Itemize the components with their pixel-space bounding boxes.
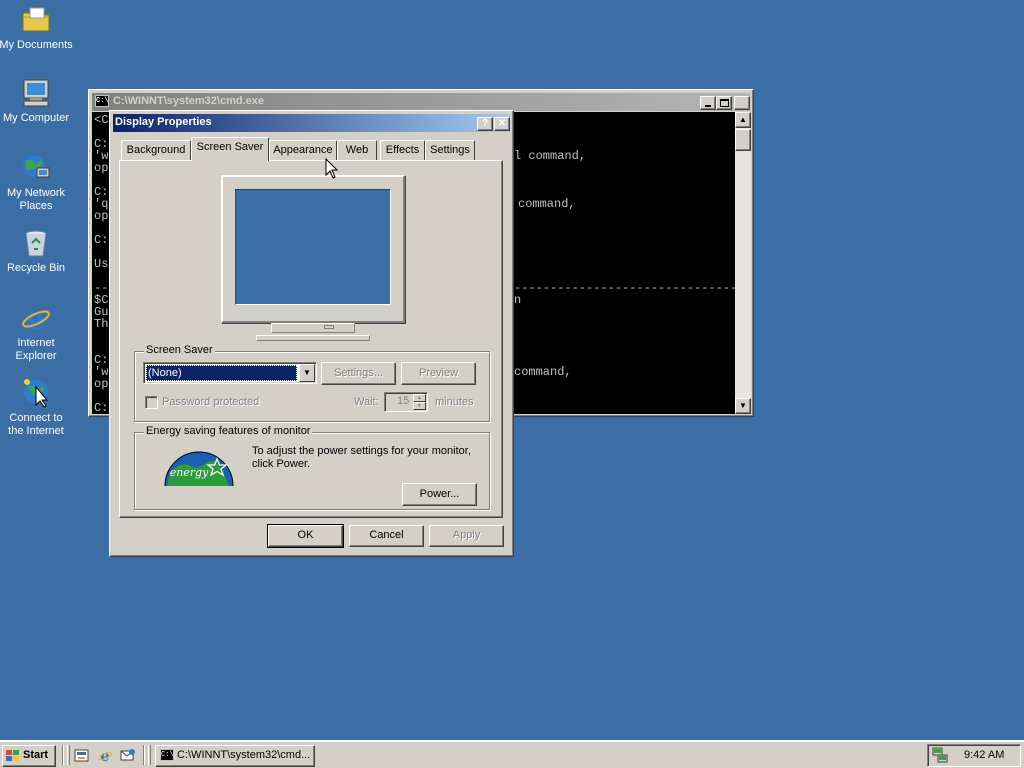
tab-settings[interactable]: Settings	[425, 140, 475, 160]
monitor-stand	[271, 323, 355, 333]
scroll-down-button[interactable]: ▼	[735, 398, 751, 414]
help-button[interactable]: ?	[477, 117, 493, 131]
start-label: Start	[23, 749, 49, 761]
quicklaunch-grip[interactable]	[67, 745, 70, 765]
cmd-title-bar[interactable]: C:\ C:\WINNT\system32\cmd.exe ✕	[92, 93, 750, 111]
monitor-base	[256, 335, 370, 341]
console-line: Th	[94, 317, 109, 331]
connect-internet-icon	[20, 377, 52, 409]
wait-label: Wait:	[354, 396, 379, 408]
console-line: n	[514, 293, 522, 307]
scroll-thumb[interactable]	[735, 129, 751, 151]
desktop-icon-my-network-places[interactable]: My Network Places	[0, 152, 74, 213]
screen-saver-tab-panel: Screen Saver (None) ▼ Settings... Previe…	[119, 160, 503, 518]
tab-background[interactable]: Background	[121, 140, 191, 160]
internet-explorer-icon: e	[20, 302, 52, 336]
tab-effects[interactable]: Effects	[380, 140, 425, 160]
energy-logo-text: energy	[170, 466, 209, 479]
cmd-title-text: C:\WINNT\system32\cmd.exe	[113, 95, 264, 107]
internet-explorer-quicklaunch-icon[interactable]: e	[97, 747, 113, 765]
tab-appearance[interactable]: Appearance	[269, 140, 337, 160]
screen-saver-group-label: Screen Saver	[144, 344, 215, 356]
dropdown-arrow-button[interactable]: ▼	[299, 364, 315, 382]
minimize-button[interactable]	[700, 96, 716, 110]
console-line: C:	[94, 401, 109, 414]
dialog-title-text: Display Properties	[115, 116, 212, 128]
network-places-icon	[20, 152, 52, 184]
mouse-cursor-icon	[325, 158, 339, 179]
system-tray: 9:42 AM	[927, 744, 1021, 767]
screen-saver-settings-button[interactable]: Settings...	[321, 362, 396, 385]
spin-down-button[interactable]: ▼	[413, 402, 426, 410]
cmd-vertical-scrollbar[interactable]: ▲ ▼	[735, 112, 751, 414]
task-label: C:\WINNT\system32\cmd...	[177, 749, 311, 761]
spin-up-button[interactable]: ▲	[413, 394, 426, 402]
desktop-icon-label: Connect to the Internet	[8, 412, 64, 437]
close-button[interactable]: ✕	[734, 96, 750, 110]
wait-minutes-value: 15	[397, 395, 410, 407]
power-button[interactable]: Power...	[402, 483, 477, 506]
console-line: op	[94, 161, 109, 175]
password-protected-checkbox[interactable]	[145, 396, 158, 409]
energy-group-label: Energy saving features of monitor	[144, 425, 313, 437]
desktop-icon-label: My Documents	[0, 39, 73, 51]
console-separator: ----------------------------------------…	[514, 281, 735, 295]
ok-button[interactable]: OK	[267, 524, 344, 548]
outlook-express-icon[interactable]	[120, 747, 136, 763]
network-tray-icon[interactable]	[932, 747, 948, 763]
taskbar-separator	[143, 745, 145, 765]
console-line: <C	[94, 113, 109, 127]
console-line: command,	[518, 197, 576, 211]
maximize-button[interactable]	[716, 96, 732, 110]
monitor-screen	[235, 189, 391, 305]
minutes-label: minutes	[435, 396, 474, 408]
energy-description: To adjust the power settings for your mo…	[252, 445, 471, 470]
clock[interactable]: 9:42 AM	[964, 749, 1004, 761]
cmd-small-icon: C:\	[160, 749, 174, 761]
tab-screen-saver[interactable]: Screen Saver	[191, 137, 269, 161]
desktop-icon-internet-explorer[interactable]: e Internet Explorer	[0, 302, 74, 363]
energy-saving-group: Energy saving features of monitor energy…	[134, 425, 490, 510]
taskbar-task-cmd[interactable]: C:\ C:\WINNT\system32\cmd...	[155, 745, 315, 767]
cancel-button[interactable]: Cancel	[349, 525, 424, 547]
taskbar: Start e C:\ C:\WINNT\system32\cmd... 9:4…	[0, 740, 1024, 768]
wait-minutes-spinner[interactable]: 15 ▲ ▼	[384, 392, 428, 412]
taskbar-separator	[62, 745, 64, 765]
console-line: op	[94, 209, 109, 223]
console-line: command,	[514, 365, 572, 379]
password-protected-label: Password protected	[162, 396, 260, 408]
apply-button[interactable]: Apply	[429, 525, 504, 547]
desktop-icon-my-documents[interactable]: My Documents	[0, 4, 74, 52]
desktop-icon-label: Recycle Bin	[6, 262, 66, 274]
console-line: op	[94, 377, 109, 391]
console-line: l command,	[514, 149, 587, 163]
console-line: C:	[94, 233, 109, 247]
folder-icon	[20, 4, 52, 36]
desktop-icon-label: My Network Places	[6, 187, 66, 212]
close-button[interactable]: ✕	[494, 117, 510, 131]
scroll-up-button[interactable]: ▲	[735, 112, 751, 128]
computer-icon	[20, 77, 52, 109]
screen-saver-group: Screen Saver (None) ▼ Settings... Previe…	[134, 344, 490, 422]
console-line: Us	[94, 257, 109, 271]
desktop-icon-label: My Computer	[2, 112, 70, 124]
windows-logo-icon	[6, 750, 20, 762]
desktop-icon-my-computer[interactable]: My Computer	[0, 77, 74, 125]
desktop-icon-recycle-bin[interactable]: Recycle Bin	[0, 227, 74, 275]
show-desktop-icon[interactable]	[74, 748, 90, 763]
svg-text:e: e	[27, 303, 45, 334]
monitor-preview	[221, 175, 405, 323]
screen-saver-preview-button[interactable]: Preview	[401, 362, 476, 385]
tasks-grip[interactable]	[148, 745, 151, 765]
tab-web[interactable]: Web	[337, 140, 377, 160]
screen-saver-selected-value: (None)	[146, 365, 297, 381]
desktop-icon-label: Internet Explorer	[15, 337, 57, 362]
energy-star-logo: energy	[163, 445, 235, 487]
start-button[interactable]: Start	[2, 745, 56, 767]
screen-saver-select[interactable]: (None) ▼	[143, 362, 317, 384]
recycle-bin-icon	[20, 227, 52, 259]
cmd-window-icon: C:\	[95, 95, 109, 107]
dialog-title-bar[interactable]: Display Properties ? ✕	[113, 114, 510, 132]
desktop-icon-connect-to-internet[interactable]: Connect to the Internet	[0, 377, 74, 438]
